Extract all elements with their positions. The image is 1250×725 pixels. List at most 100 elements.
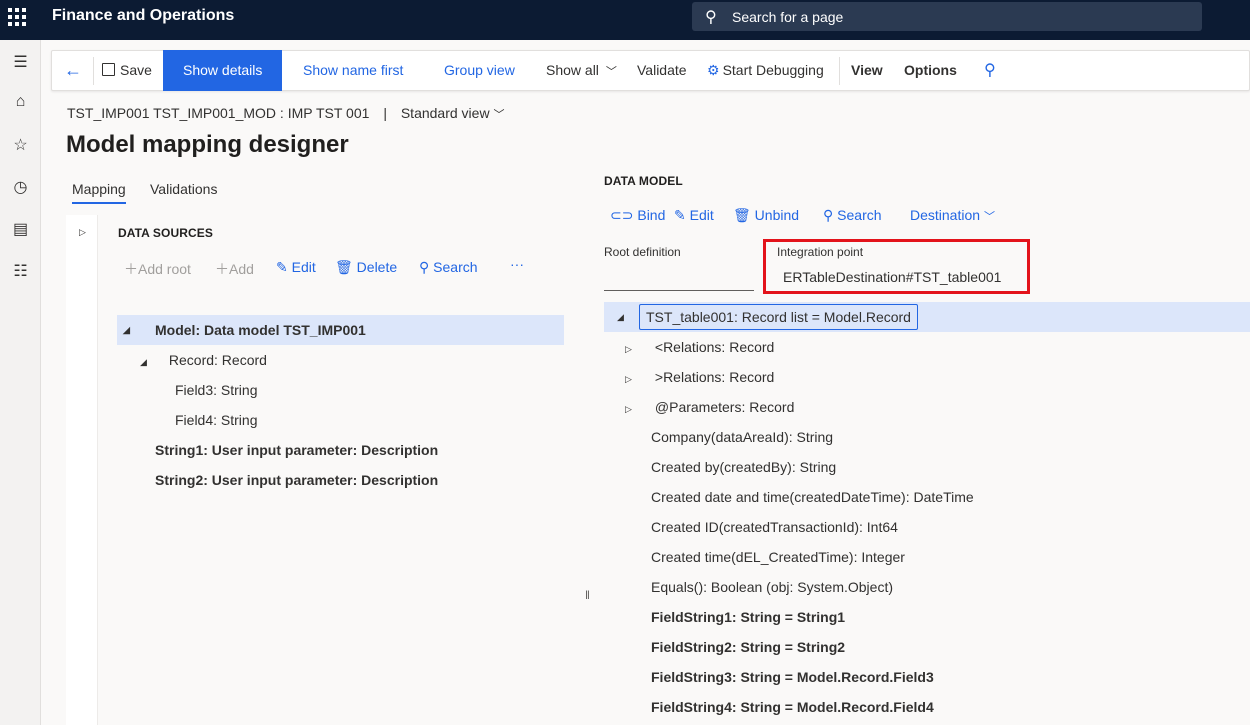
more-options-button[interactable]: ··· <box>510 256 524 272</box>
view-name: Standard view <box>400 105 490 121</box>
pane-splitter-handle[interactable]: ‖ <box>585 588 590 602</box>
tree-row-fieldstring4[interactable]: FieldString4: String = Model.Record.Fiel… <box>651 692 934 722</box>
trash-icon: 🗑︎ <box>733 207 755 223</box>
breadcrumb: TST_IMP001 TST_IMP001_MOD : IMP TST 001 … <box>67 105 504 122</box>
tree-row-string2[interactable]: String2: User input parameter: Descripti… <box>155 465 438 495</box>
pencil-icon: ✎ <box>674 207 690 223</box>
top-nav-bar: Finance and Operations ⚲ Search for a pa… <box>0 0 1250 40</box>
search-label: Search <box>837 207 882 223</box>
edit-button[interactable]: ✎ Edit <box>276 259 316 276</box>
validate-button[interactable]: Validate <box>637 51 687 90</box>
collapsed-pane[interactable]: ▷ <box>66 215 98 725</box>
pencil-icon: ✎ <box>276 259 292 275</box>
tree-row-parameters[interactable]: ▷ @Parameters: Record <box>625 392 794 422</box>
expanded-caret-icon[interactable]: ◢ <box>617 302 627 332</box>
global-search-placeholder: Search for a page <box>732 9 844 25</box>
tab-mapping[interactable]: Mapping <box>72 181 126 204</box>
save-label: Save <box>120 62 152 78</box>
chevron-down-icon: ﹀ <box>493 109 505 121</box>
search-icon[interactable]: ⚲ <box>984 51 996 90</box>
search-icon: ⚲ <box>705 9 717 26</box>
back-arrow-icon[interactable]: ← <box>64 51 82 90</box>
add-root-button[interactable]: ＋Add root <box>124 259 191 279</box>
root-definition-label: Root definition <box>604 245 681 259</box>
unbind-button[interactable]: 🗑︎ Unbind <box>733 207 799 224</box>
tree-row-label: TST_table001: Record list = Model.Record <box>639 304 918 330</box>
start-debugging-button[interactable]: ⚙ Start Debugging <box>707 51 824 90</box>
expanded-caret-icon[interactable]: ◢ <box>140 347 150 377</box>
search-label: Search <box>433 259 478 275</box>
tree-row-relations-out[interactable]: ▷ >Relations: Record <box>625 362 774 392</box>
delete-button[interactable]: 🗑︎ Delete <box>335 259 397 276</box>
tree-row-record[interactable]: ◢ Record: Record <box>140 345 267 375</box>
tree-row-model[interactable]: ◢ Model: Data model TST_IMP001 <box>117 315 564 345</box>
app-launcher-icon[interactable] <box>8 8 26 26</box>
collapsed-caret-icon[interactable]: ▷ <box>625 334 635 364</box>
recent-clock-icon[interactable]: ◷ <box>0 177 41 197</box>
tab-validations[interactable]: Validations <box>150 181 217 202</box>
tree-row-tst-table001[interactable]: ◢ TST_table001: Record list = Model.Reco… <box>604 302 1250 332</box>
tree-row-created-by[interactable]: Created by(createdBy): String <box>651 452 836 482</box>
expanded-caret-icon[interactable]: ◢ <box>123 315 133 345</box>
tree-row-label: <Relations: Record <box>654 339 775 355</box>
save-button[interactable]: Save <box>102 51 152 90</box>
search-icon: ⚲ <box>823 207 834 223</box>
edit-label: Edit <box>291 259 316 275</box>
breadcrumb-text: TST_IMP001 TST_IMP001_MOD : IMP TST 001 <box>67 105 370 121</box>
tree-row-fieldstring2[interactable]: FieldString2: String = String2 <box>651 632 845 662</box>
chevron-down-icon: ﹀ <box>983 211 995 223</box>
plus-icon: ＋ <box>215 261 229 277</box>
home-icon[interactable]: ⌂ <box>0 93 41 111</box>
save-disk-icon <box>102 63 115 76</box>
destination-label: Destination <box>910 207 981 223</box>
bind-button[interactable]: ⊂⊃ Bind <box>610 207 665 224</box>
tree-row-created-date-time[interactable]: Created date and time(createdDateTime): … <box>651 482 974 512</box>
tree-row-fieldstring3[interactable]: FieldString3: String = Model.Record.Fiel… <box>651 662 934 692</box>
breadcrumb-separator: | <box>383 105 387 121</box>
tree-row-string1[interactable]: String1: User input parameter: Descripti… <box>155 435 438 465</box>
trash-icon: 🗑︎ <box>335 259 357 275</box>
edit-binding-button[interactable]: ✎ Edit <box>674 207 714 224</box>
tree-row-equals[interactable]: Equals(): Boolean (obj: System.Object) <box>651 572 893 602</box>
show-name-first-button[interactable]: Show name first <box>303 51 403 90</box>
highlight-box <box>763 239 1030 294</box>
divider <box>839 57 840 85</box>
delete-label: Delete <box>356 259 398 275</box>
add-root-label: Add root <box>138 261 191 277</box>
search-icon: ⚲ <box>419 259 430 275</box>
bind-label: Bind <box>637 207 666 223</box>
root-definition-input-line[interactable] <box>604 290 754 291</box>
collapsed-caret-icon[interactable]: ▷ <box>625 364 635 394</box>
search-button[interactable]: ⚲ Search <box>419 259 478 276</box>
tree-row-relations-in[interactable]: ▷ <Relations: Record <box>625 332 774 362</box>
start-debugging-label: Start Debugging <box>722 62 824 78</box>
expand-triangle-icon[interactable]: ▷ <box>79 227 86 238</box>
hamburger-menu-icon[interactable]: ☰ <box>0 52 41 72</box>
show-details-button[interactable]: Show details <box>163 50 283 91</box>
tree-row-field4[interactable]: Field4: String <box>175 405 257 435</box>
group-view-button[interactable]: Group view <box>444 51 515 90</box>
action-pane: ← Save Show details Show name first Grou… <box>51 50 1250 91</box>
add-button[interactable]: ＋Add <box>215 259 254 279</box>
modules-list-icon[interactable]: ☷ <box>0 261 41 281</box>
destination-dropdown[interactable]: Destination ﹀ <box>910 207 995 224</box>
tree-row-created-time[interactable]: Created time(dEL_CreatedTime): Integer <box>651 542 905 572</box>
show-all-dropdown[interactable]: Show all ﹀ <box>546 51 617 90</box>
search-button[interactable]: ⚲ Search <box>823 207 882 224</box>
global-search-box[interactable]: ⚲ Search for a page <box>692 2 1202 31</box>
collapsed-caret-icon[interactable]: ▷ <box>625 394 635 424</box>
edit-label: Edit <box>689 207 714 223</box>
tree-row-company[interactable]: Company(dataAreaId): String <box>651 422 833 452</box>
options-menu-tab[interactable]: Options <box>904 51 957 90</box>
workspaces-icon[interactable]: ▤ <box>0 219 41 239</box>
favorites-star-icon[interactable]: ☆ <box>0 135 41 155</box>
data-sources-title: DATA SOURCES <box>118 226 213 240</box>
view-selector[interactable]: Standard view ﹀ <box>401 105 505 121</box>
chevron-down-icon: ﹀ <box>605 66 617 78</box>
tree-row-created-id[interactable]: Created ID(createdTransactionId): Int64 <box>651 512 898 542</box>
tree-row-field3[interactable]: Field3: String <box>175 375 257 405</box>
app-title[interactable]: Finance and Operations <box>52 7 234 25</box>
tree-row-fieldstring1[interactable]: FieldString1: String = String1 <box>651 602 845 632</box>
plus-icon: ＋ <box>124 261 138 277</box>
view-menu-tab[interactable]: View <box>851 51 883 90</box>
